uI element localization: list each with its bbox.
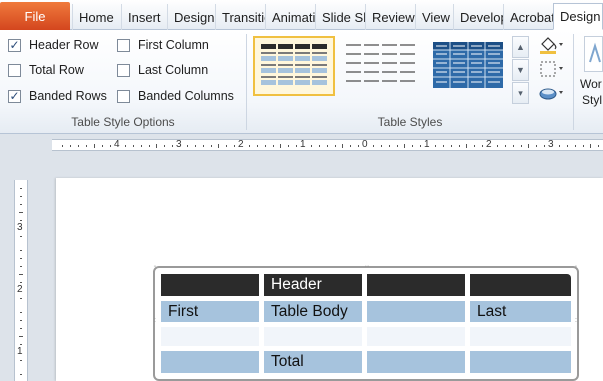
- table-style-preview-icon: [346, 44, 415, 82]
- paint-bucket-icon: [540, 37, 563, 54]
- ruler-number: 4: [114, 139, 120, 150]
- table-header-cell[interactable]: Header: [264, 274, 362, 296]
- borders-icon: [540, 61, 563, 77]
- table-cell[interactable]: [470, 351, 571, 373]
- effects-button[interactable]: [536, 82, 566, 104]
- last-column-checkbox[interactable]: Last Column: [117, 61, 208, 79]
- banded-columns-label: Banded Columns: [138, 89, 234, 103]
- first-column-label: First Column: [138, 38, 209, 52]
- ruler-number: 0: [362, 139, 368, 150]
- ruler-number: 2: [238, 139, 244, 150]
- table-cell[interactable]: [161, 274, 259, 296]
- table-style-blue-grid[interactable]: [427, 36, 509, 96]
- last-column-check[interactable]: [117, 63, 130, 77]
- ruler-number: 3: [548, 139, 554, 150]
- table-style-preview-icon: [433, 42, 503, 88]
- tab-developer[interactable]: Developer: [453, 4, 503, 30]
- table-cell[interactable]: [161, 327, 259, 346]
- resize-handle[interactable]: :: [572, 317, 579, 324]
- table-cell[interactable]: [367, 274, 465, 296]
- table-style-header-banded[interactable]: [253, 36, 335, 96]
- total-row-label: Total Row: [29, 63, 84, 77]
- ruler-number: 2: [486, 139, 492, 150]
- ruler-number: 3: [176, 139, 182, 150]
- tab-file[interactable]: File: [0, 2, 70, 30]
- ribbon-tab-strip: File Home Insert Design Transitions Anim…: [0, 0, 603, 30]
- table-style-preview-icon: [261, 44, 327, 85]
- slide-table[interactable]: Header First Table Body Last Total ·· ··…: [151, 263, 579, 381]
- tab-home[interactable]: Home: [72, 4, 121, 30]
- table-style-plain-lines[interactable]: [340, 36, 422, 96]
- table-style-options-group-label: Table Style Options: [71, 115, 175, 129]
- tab-view[interactable]: View: [415, 4, 453, 30]
- total-row-check[interactable]: [8, 63, 21, 77]
- resize-handle[interactable]: ··: [151, 263, 158, 270]
- horizontal-ruler: 4 3 2 1 0 1 2 3: [0, 135, 603, 157]
- borders-button[interactable]: [536, 58, 566, 80]
- effects-icon: [539, 88, 563, 100]
- ruler-number: 1: [424, 139, 430, 150]
- total-row-checkbox[interactable]: Total Row: [8, 61, 84, 79]
- wordart-quick-styles-button[interactable]: [584, 36, 603, 72]
- tab-design[interactable]: Design: [167, 4, 215, 30]
- group-separator: [573, 34, 574, 130]
- tab-slide-show[interactable]: Slide Show: [315, 4, 365, 30]
- gallery-more-button[interactable]: ▾: [512, 82, 529, 104]
- table-cell[interactable]: [367, 301, 465, 322]
- table-cell[interactable]: [264, 327, 362, 346]
- ruler-number: 1: [17, 346, 23, 357]
- ruler-ticks-icon: [62, 144, 599, 148]
- resize-handle[interactable]: :: [151, 317, 158, 324]
- table-cell[interactable]: [367, 327, 465, 346]
- ribbon: ✓ Header Row Total Row ✓ Banded Rows Fir…: [0, 30, 603, 134]
- wordart-a-icon: [588, 42, 601, 63]
- vertical-ruler: 3 2 1: [14, 180, 28, 381]
- table-first-cell[interactable]: First: [161, 301, 259, 322]
- ruler-number: 1: [300, 139, 306, 150]
- tab-review[interactable]: Review: [365, 4, 415, 30]
- wordart-label-line2: Styl: [582, 93, 603, 107]
- table-cell[interactable]: [161, 351, 259, 373]
- banded-columns-check[interactable]: [117, 89, 130, 103]
- resize-handle[interactable]: ···: [363, 263, 370, 270]
- table-cell[interactable]: [470, 327, 571, 346]
- header-row-checkbox[interactable]: ✓ Header Row: [8, 36, 98, 54]
- ruler-number: 3: [17, 222, 23, 233]
- table-last-cell[interactable]: Last: [470, 301, 571, 322]
- tab-acrobat[interactable]: Acrobat: [503, 4, 553, 30]
- banded-rows-label: Banded Rows: [29, 89, 107, 103]
- gallery-scroll-up-button[interactable]: ▲: [512, 36, 529, 58]
- banded-rows-checkbox[interactable]: ✓ Banded Rows: [8, 87, 107, 105]
- ruler-number: 2: [17, 284, 23, 295]
- table-styles-group-label: Table Styles: [377, 115, 443, 129]
- tab-insert[interactable]: Insert: [121, 4, 167, 30]
- header-row-check[interactable]: ✓: [8, 38, 21, 52]
- table-body-cell[interactable]: Table Body: [264, 301, 362, 322]
- banded-columns-checkbox[interactable]: Banded Columns: [117, 87, 234, 105]
- tab-table-design[interactable]: Design: [553, 3, 603, 30]
- horizontal-ruler-bar: 4 3 2 1 0 1 2 3: [52, 139, 603, 151]
- table-cell[interactable]: [470, 274, 571, 296]
- wordart-label-line1: Wor: [580, 77, 602, 91]
- shading-button[interactable]: [536, 34, 566, 56]
- last-column-label: Last Column: [138, 63, 209, 77]
- banded-rows-check[interactable]: ✓: [8, 89, 21, 103]
- tab-transitions[interactable]: Transitions: [215, 4, 265, 30]
- group-separator: [246, 34, 247, 130]
- tab-animations[interactable]: Animations: [265, 4, 315, 30]
- resize-handle[interactable]: ··: [572, 263, 579, 270]
- first-column-checkbox[interactable]: First Column: [117, 36, 209, 54]
- table-cell[interactable]: [367, 351, 465, 373]
- gallery-scroll-down-button[interactable]: ▼: [512, 59, 529, 81]
- first-column-check[interactable]: [117, 38, 130, 52]
- header-row-label: Header Row: [29, 38, 99, 52]
- table-total-cell[interactable]: Total: [264, 351, 362, 373]
